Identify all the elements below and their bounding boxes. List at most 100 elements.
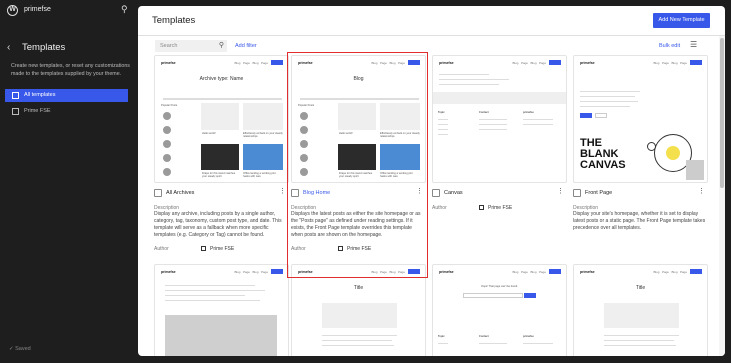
preview-brand: primefse [161,61,176,65]
preview-title: Oops! That page can't be found. [481,285,518,288]
sidebar-item-label: All templates [24,92,56,98]
preview-text: Popular Posts [161,104,178,107]
preview-line [322,335,397,336]
preview-title: Archive type: Name [199,76,244,82]
preview-line [479,119,507,120]
add-filter-button[interactable]: Add filter [235,43,257,49]
theme-icon [201,246,206,251]
add-new-template-button[interactable]: Add New Template [653,13,710,28]
template-name-row: Front Page ⋮ [573,188,708,198]
search-icon[interactable]: ⚲ [121,4,128,15]
template-card-front-page[interactable]: primefse Blog Page Blog Page THE BLANK C… [573,55,708,231]
preview-illustration-small [647,142,656,151]
preview-line [322,340,392,341]
preview-button [271,60,283,65]
template-card-canvas[interactable]: primefse Blog Page Blog Page Topic Conta… [432,55,567,211]
author-value: Prime FSE [479,205,512,211]
template-description: Display any archive, including posts by … [154,211,282,238]
preview-nav: Blog Page Blog Page [653,270,687,274]
template-preview[interactable]: primefse Blog Page Blog Page Oops! That … [432,264,567,356]
preview-line [580,91,640,92]
template-card-all-archives[interactable]: primefse Blog Page Blog Page Archive typ… [154,55,289,252]
preview-nav: Blog Page Blog Page [653,61,687,65]
preview-line [322,345,394,346]
preview-line [604,335,679,336]
preview-illustration-shape [686,160,704,180]
more-actions-icon[interactable]: ⋮ [557,187,564,197]
more-actions-icon[interactable]: ⋮ [698,187,705,197]
template-name-row: Canvas ⋮ [432,188,567,198]
author-value: Prime FSE [201,246,234,252]
preview-nav: Blog Page Blog Page [234,270,268,274]
select-checkbox[interactable] [573,189,581,197]
preview-line [165,290,265,291]
template-preview[interactable]: primefse Blog Page Blog Page Topic Conta… [432,55,567,183]
sidebar-item-prime-fse[interactable]: Prime FSE [5,105,128,118]
preview-avatar [163,126,171,134]
preview-line [523,124,553,125]
back-chevron-icon[interactable]: ‹ [7,42,10,53]
page-title: Templates [152,15,196,26]
preview-brand: primefse [580,270,595,274]
wordpress-logo-icon[interactable]: W [7,5,18,16]
preview-footer-heading: Contact [479,111,489,114]
preview-footer-heading: Topic [438,335,445,338]
preview-avatar [163,140,171,148]
preview-image [243,144,283,170]
template-name[interactable]: Front Page [585,188,612,198]
preview-image [201,103,239,130]
preview-button [580,113,592,118]
template-preview[interactable]: primefse Blog Page Blog Page THE BLANK C… [573,55,708,183]
template-preview[interactable]: primefse Blog Page Blog Page [154,264,289,356]
search-input[interactable]: Search ⚲ [155,40,227,52]
preview-button [690,269,702,274]
theme-icon [12,108,19,115]
select-checkbox[interactable] [154,189,162,197]
preview-button [549,269,561,274]
author-label: Author [154,246,169,252]
preview-line [439,74,489,75]
preview-brand: primefse [439,270,454,274]
sidebar-title: Templates [22,42,66,53]
template-card[interactable]: primefse Blog Page Blog Page Title [573,264,708,356]
preview-image [604,303,679,328]
preview-post-title: Office landing a working plot hacks with… [243,172,276,179]
preview-brand: primefse [580,61,595,65]
preview-line [523,343,553,344]
sidebar-item-all-templates[interactable]: All templates [5,89,128,102]
view-options-icon[interactable]: ☰ [690,40,697,49]
preview-nav: Blog Page Blog Page [512,270,546,274]
template-card[interactable]: primefse Blog Page Blog Page Oops! That … [432,264,567,356]
preview-line [604,345,676,346]
preview-footer-heading: Topic [438,111,445,114]
preview-line [580,106,630,107]
preview-brand: primefse [439,61,454,65]
template-name[interactable]: All Archives [166,188,194,198]
template-card[interactable]: primefse Blog Page Blog Page [154,264,289,356]
preview-line [439,84,499,85]
template-name[interactable]: Canvas [444,188,463,198]
template-preview[interactable]: primefse Blog Page Blog Page Archive typ… [154,55,289,183]
bulk-edit-button[interactable]: Bulk edit [659,43,680,49]
preview-search [463,293,523,298]
template-preview[interactable]: primefse Blog Page Blog Page Title [573,264,708,356]
preview-line [438,343,448,344]
preview-line [165,300,260,301]
preview-avatar [163,112,171,120]
select-checkbox[interactable] [432,189,440,197]
preview-avatar [163,154,171,162]
preview-line [604,340,674,341]
preview-line [165,285,255,286]
preview-nav: Blog Page Blog Page [512,61,546,65]
sidebar-item-label: Prime FSE [24,108,51,114]
search-placeholder: Search [160,43,178,49]
site-name[interactable]: primefse [24,6,51,13]
preview-image [201,144,239,170]
preview-image [322,303,397,328]
preview-button [524,293,536,298]
preview-button [595,113,607,118]
preview-post-title: Effortlessly embark on your steady relat… [243,132,283,139]
scrollbar-thumb[interactable] [720,38,724,188]
search-icon: ⚲ [218,42,224,49]
more-actions-icon[interactable]: ⋮ [279,187,286,197]
